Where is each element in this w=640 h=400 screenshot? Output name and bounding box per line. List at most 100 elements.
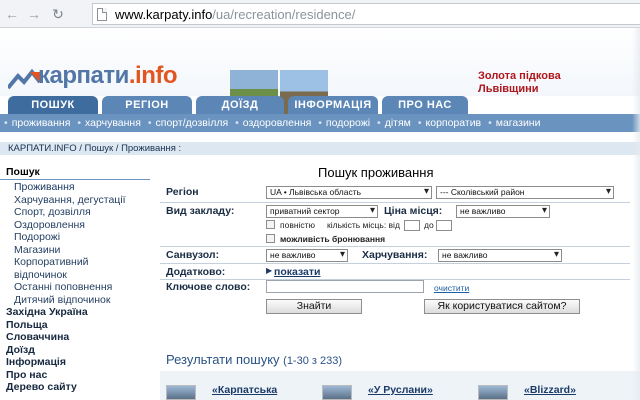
extra-label: Додатково: xyxy=(166,266,226,278)
subnav-bullet: • xyxy=(77,117,82,129)
tagline-line2: Львівщини xyxy=(478,83,539,95)
keyword-label: Ключове слово: xyxy=(166,281,251,293)
sidebar-item-shops[interactable]: Магазини xyxy=(0,244,150,257)
keyword-input[interactable] xyxy=(266,280,424,293)
district-select[interactable]: --- Сколівський район xyxy=(436,186,614,199)
sidebar-section-western-ukraine[interactable]: Західна Україна xyxy=(0,306,150,319)
subnav-bullet: • xyxy=(488,117,492,129)
sidebar-section-about[interactable]: Про нас xyxy=(0,369,150,382)
url-text: www.karpaty.info/ua/recreation/residence… xyxy=(115,7,355,22)
url-path: /ua/recreation/residence/ xyxy=(212,7,356,22)
logo-main: карпати xyxy=(38,62,129,89)
back-icon[interactable]: ← xyxy=(4,6,20,22)
url-domain: www.karpaty.info xyxy=(115,7,213,22)
sidebar-section-slovakia[interactable]: Словаччина xyxy=(0,331,150,344)
tab-search[interactable]: ПОШУК xyxy=(8,96,98,114)
subnav-bullet: • xyxy=(147,117,152,129)
subnav-item-food[interactable]: харчування xyxy=(85,114,141,132)
sidebar-section-poland[interactable]: Польща xyxy=(0,319,150,332)
result-thumbnail[interactable] xyxy=(478,385,508,400)
tab-information[interactable]: ІНФОРМАЦІЯ xyxy=(288,96,378,114)
results-heading: Результати пошуку xyxy=(166,352,280,367)
sidebar-item-health[interactable]: Оздоровлення xyxy=(0,219,150,232)
tab-about[interactable]: ПРО НАС xyxy=(382,96,468,114)
subnav-item-health[interactable]: оздоровлення xyxy=(243,114,312,132)
subnav-item-travel[interactable]: подорожі xyxy=(326,114,370,132)
sidebar-item-travel[interactable]: Подорожі xyxy=(0,231,150,244)
region-select[interactable]: UA • Львівська область xyxy=(266,186,432,199)
bathroom-select[interactable]: не важливо xyxy=(266,249,348,262)
subnav-bullet: • xyxy=(318,117,322,129)
logo-text: карпати.info xyxy=(38,62,178,90)
header-tagline[interactable]: Золота підкова Львівщини xyxy=(478,70,561,96)
results-count: (1-30 з 233) xyxy=(283,355,343,367)
subnav-bullet: • xyxy=(4,117,8,129)
sidebar-item-accommodation[interactable]: Проживання xyxy=(0,181,150,194)
places-from-input[interactable] xyxy=(404,220,420,231)
result-title-u-ruslany[interactable]: «У Руслани» xyxy=(368,384,433,396)
food-select[interactable]: не важливо xyxy=(438,249,562,262)
tab-region[interactable]: РЕГІОН xyxy=(102,96,192,114)
subnav-item-kids[interactable]: дітям xyxy=(385,114,411,132)
places-to-input[interactable] xyxy=(436,220,452,231)
fully-checkbox[interactable] xyxy=(266,220,275,229)
howto-button[interactable]: Як користуватися сайтом? xyxy=(424,299,580,314)
subnav-bullet: • xyxy=(235,117,239,129)
clear-link[interactable]: очистити xyxy=(434,283,469,293)
places-label: кількість місць: від xyxy=(327,220,400,230)
sidebar-section-information[interactable]: Інформація xyxy=(0,356,150,369)
result-thumbnail[interactable] xyxy=(322,385,352,400)
region-label: Регіон xyxy=(166,186,199,198)
sidebar-item-latest[interactable]: Останні поповнення xyxy=(0,281,150,294)
fully-label: повністю xyxy=(280,220,315,230)
form-divider xyxy=(160,246,630,247)
sidebar-item-kids[interactable]: Дитячий відпочинок xyxy=(0,294,150,307)
subnav-item-corporate[interactable]: корпоратив xyxy=(426,114,482,132)
sidebar-item-corporate[interactable]: Корпоративний відпочинок xyxy=(0,256,135,281)
address-bar[interactable]: www.karpaty.info/ua/recreation/residence… xyxy=(92,3,640,25)
form-divider xyxy=(160,263,630,264)
food-label: Харчування: xyxy=(362,249,428,261)
sidebar-heading[interactable]: Пошук xyxy=(0,166,150,180)
type-select[interactable]: приватний сектор xyxy=(266,205,378,218)
site-header: карпати.info Золота підкова Львівщини xyxy=(0,28,640,118)
forward-icon[interactable]: → xyxy=(26,6,42,22)
search-form: Пошук проживання Регіон UA • Львівська о… xyxy=(160,158,640,400)
reload-icon[interactable]: ↻ xyxy=(50,6,66,22)
subnav-item-accommodation[interactable]: проживання xyxy=(12,114,71,132)
sidebar: Пошук Проживання Харчування, дегустації … xyxy=(0,166,150,400)
bathroom-label: Санвузол: xyxy=(166,249,220,261)
price-select[interactable]: не важливо xyxy=(456,205,550,218)
mountain-icon xyxy=(8,68,40,90)
breadcrumb[interactable]: КАРПАТИ.INFO / Пошук / Проживання : xyxy=(0,142,640,155)
page-edge-shadow xyxy=(632,28,640,400)
booking-label: можливість бронювання xyxy=(280,234,386,244)
sub-nav: • проживання • харчування • спорт/дозвілля … xyxy=(0,114,640,132)
page-icon xyxy=(97,8,107,21)
show-extra-link[interactable]: показати xyxy=(274,266,321,278)
type-label: Вид закладу: xyxy=(166,205,235,217)
result-thumbnail[interactable] xyxy=(166,385,196,400)
subnav-item-shops[interactable]: магазини xyxy=(496,114,541,132)
find-button[interactable]: Знайти xyxy=(266,299,362,314)
tagline-line1: Золота підкова xyxy=(478,70,561,82)
page-title: Пошук проживання xyxy=(318,165,434,180)
logo-suffix: .info xyxy=(128,62,178,89)
tab-directions[interactable]: ДОЇЗД xyxy=(196,96,284,114)
result-title-blizzard[interactable]: «Blizzard» xyxy=(524,384,576,396)
subnav-bullet: • xyxy=(417,117,422,129)
subnav-item-sport[interactable]: спорт/дозвілля xyxy=(156,114,229,132)
sidebar-section-directions[interactable]: Доїзд xyxy=(0,344,150,357)
sidebar-item-food[interactable]: Харчування, дегустації xyxy=(0,194,150,207)
sidebar-item-sport[interactable]: Спорт, дозвілля xyxy=(0,206,150,219)
subnav-bullet: • xyxy=(377,117,381,129)
form-divider xyxy=(160,202,630,203)
booking-checkbox[interactable] xyxy=(266,234,275,243)
expand-arrow-icon: ▶ xyxy=(266,266,273,275)
price-label: Ціна місця: xyxy=(384,205,443,217)
sidebar-section-sitemap[interactable]: Дерево сайту xyxy=(0,381,150,394)
places-to-label: до xyxy=(424,220,434,230)
main-nav: ПОШУК РЕГІОН ДОЇЗД ІНФОРМАЦІЯ ПРО НАС xyxy=(0,96,640,114)
result-title-karpatska[interactable]: «Карпатська xyxy=(212,384,277,396)
results-title: Результати пошуку (1-30 з 233) xyxy=(166,352,342,367)
